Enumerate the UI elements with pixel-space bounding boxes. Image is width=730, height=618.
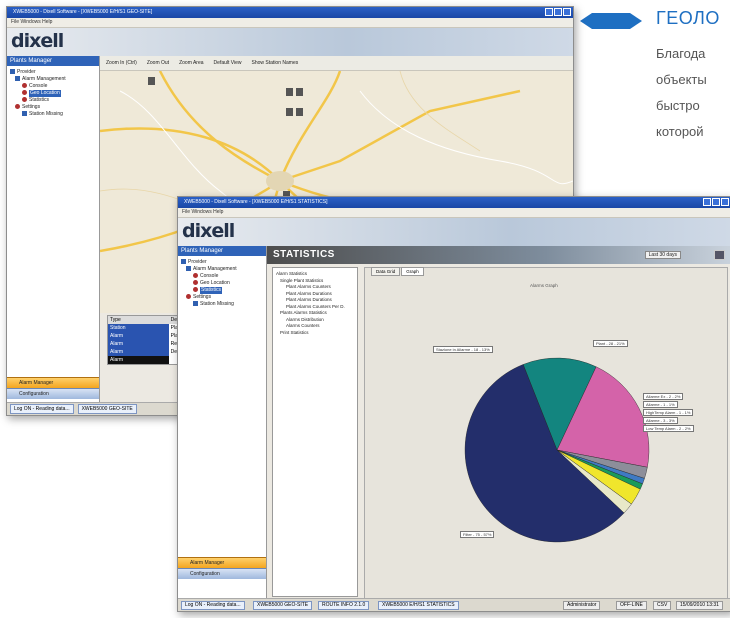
period-select[interactable]: Last 30 days xyxy=(644,251,681,259)
taskbar-item[interactable]: XWEB5000 GEO-SITE xyxy=(77,404,137,414)
zoom-area-button[interactable]: Zoom Area xyxy=(179,60,203,66)
settings-icon xyxy=(186,294,191,300)
chart-icon xyxy=(193,287,198,293)
minimize-icon[interactable] xyxy=(545,8,553,16)
folder-icon xyxy=(181,259,186,265)
taskbar-item[interactable]: ROUTE INFO 2.1.0 xyxy=(318,601,370,610)
alarm-manager-button[interactable]: Alarm Manager xyxy=(7,377,99,388)
alarm-icon xyxy=(22,83,27,89)
window-title: XWEB5000 - Dixell Software - [XWEB5000 E… xyxy=(13,9,153,15)
tree-item[interactable]: Alarm Management xyxy=(181,266,263,273)
print-icon[interactable] xyxy=(714,250,725,260)
window-title: XWEB5000 - Dixell Software - [XWEB5000 E… xyxy=(184,199,328,205)
slice-label: Plant - 28 - 21% xyxy=(593,340,628,347)
sidebar-title: Plants Manager xyxy=(7,56,99,66)
slice-label: Allarme Ex - 2 - 2% xyxy=(643,393,684,400)
folder-icon xyxy=(10,69,15,75)
globe-icon xyxy=(22,90,27,96)
alarm-icon xyxy=(193,273,198,279)
folder-icon xyxy=(186,266,191,272)
plants-tree: Provider Alarm Management Console Geo Lo… xyxy=(178,256,266,311)
slice-label: Allarme - 3 - 3% xyxy=(643,417,678,424)
page-title: STATISTICS xyxy=(273,249,335,260)
statistics-window: XWEB5000 - Dixell Software - [XWEB5000 E… xyxy=(177,196,730,612)
slice-label: Allarme - 1 - 1% xyxy=(643,401,678,408)
chart-icon xyxy=(22,97,27,103)
tree-item[interactable]: Settings xyxy=(10,104,96,111)
tree-item[interactable]: Provider xyxy=(10,69,96,76)
taskbar-item[interactable]: XWEB5000 GEO-SITE xyxy=(253,601,313,610)
default-view-button[interactable]: Default View xyxy=(214,60,242,66)
status-bar: Log ON - Reading data... XWEB5000 GEO-SI… xyxy=(178,598,730,611)
settings-icon xyxy=(15,104,20,110)
tree-item[interactable]: Alarm Management xyxy=(10,76,96,83)
promo-block: ГЕОЛО Благода объекты быстро которой xyxy=(570,8,730,168)
connection-status: OFF-LINE xyxy=(616,601,647,610)
folder-icon xyxy=(15,76,20,82)
statistics-header: STATISTICS Last 30 days xyxy=(267,246,730,264)
configuration-button[interactable]: Configuration xyxy=(178,568,266,579)
tree-item[interactable]: Console xyxy=(10,83,96,90)
alarm-manager-button[interactable]: Alarm Manager xyxy=(178,557,266,568)
tree-item[interactable]: Station Missing xyxy=(10,111,96,118)
sidebar: Plants Manager Provider Alarm Management… xyxy=(7,56,100,414)
tree-item[interactable]: Station Missing xyxy=(181,301,263,308)
maximize-icon[interactable] xyxy=(712,198,720,206)
tree-item[interactable]: Statistics xyxy=(181,287,263,294)
logo-band: dixell xyxy=(7,28,573,56)
logo-band: dixell xyxy=(178,218,730,246)
window-titlebar[interactable]: XWEB5000 - Dixell Software - [XWEB5000 E… xyxy=(178,197,730,208)
slice-label: Filter - 75 - 57% xyxy=(460,531,495,538)
show-names-checkbox[interactable]: Show Station Names xyxy=(252,60,299,66)
promo-title: ГЕОЛО xyxy=(656,8,720,28)
tree-item[interactable]: Print Statistics xyxy=(276,330,354,337)
tree-item[interactable]: Statistics xyxy=(10,97,96,104)
close-icon[interactable] xyxy=(563,8,571,16)
minimize-icon[interactable] xyxy=(703,198,711,206)
promo-line: объекты xyxy=(656,72,707,87)
dixell-logo: dixell xyxy=(182,220,235,242)
arrow-marker-icon xyxy=(580,13,642,29)
slice-label: Low Temp Alarm - 2 - 2% xyxy=(643,425,694,432)
promo-line: которой xyxy=(656,124,704,139)
plants-tree: Provider Alarm Management Console Geo Lo… xyxy=(7,66,99,121)
sidebar-title: Plants Manager xyxy=(178,246,266,256)
tree-item[interactable]: Provider xyxy=(181,259,263,266)
maximize-icon[interactable] xyxy=(554,8,562,16)
menu-bar[interactable]: File Windows Help xyxy=(7,18,573,28)
station-icon xyxy=(193,301,198,307)
tree-item[interactable]: Settings xyxy=(181,294,263,301)
zoom-out-button[interactable]: Zoom Out xyxy=(147,60,169,66)
globe-icon xyxy=(193,280,198,286)
pie-chart xyxy=(464,357,650,543)
dixell-logo: dixell xyxy=(11,30,64,52)
tree-item[interactable]: Console xyxy=(181,273,263,280)
window-titlebar[interactable]: XWEB5000 - Dixell Software - [XWEB5000 E… xyxy=(7,7,573,18)
chart-panel: Data Grid Graph Alarms Graph Stazione in… xyxy=(364,267,728,599)
tree-item[interactable]: Geo Location xyxy=(10,90,96,97)
map-toolbar: Zoom In (Ctrl) Zoom Out Zoom Area Defaul… xyxy=(100,56,573,71)
station-icon xyxy=(22,111,27,117)
tree-item[interactable]: Geo Location xyxy=(181,280,263,287)
slice-label: HighTemp Alarm - 1 - 1% xyxy=(643,409,694,416)
slice-label: Stazione in Allarme - 18 - 13% xyxy=(433,346,493,353)
taskbar-item[interactable]: XWEB5000 E/H/S1 STATISTICS xyxy=(378,601,459,610)
promo-line: быстро xyxy=(656,98,700,113)
taskbar-item[interactable]: Log ON - Reading data... xyxy=(10,404,74,414)
configuration-button[interactable]: Configuration xyxy=(7,388,99,399)
close-icon[interactable] xyxy=(721,198,729,206)
taskbar-item[interactable]: Log ON - Reading data... xyxy=(181,601,245,610)
datetime-status: 15/09/2010 13:31 xyxy=(676,601,723,610)
user-status: Administrator xyxy=(563,601,601,610)
sidebar: Plants Manager Provider Alarm Management… xyxy=(178,246,267,598)
format-status: CSV xyxy=(653,601,672,610)
menu-bar[interactable]: File Windows Help xyxy=(178,208,730,218)
promo-line: Благода xyxy=(656,46,706,61)
zoom-in-button[interactable]: Zoom In (Ctrl) xyxy=(106,60,137,66)
statistics-tree: Alarm Statistics Single Plant Statistics… xyxy=(272,267,358,597)
